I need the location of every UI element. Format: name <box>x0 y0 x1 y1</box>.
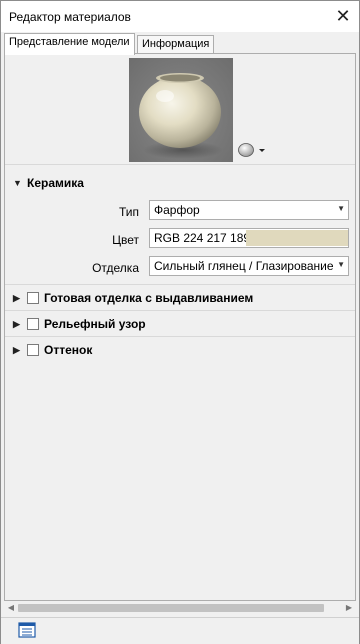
scroll-right-icon[interactable]: ▶ <box>342 601 356 615</box>
divider <box>5 310 355 311</box>
section-tint-label: Оттенок <box>44 343 93 357</box>
divider <box>5 164 355 165</box>
finish-dropdown[interactable]: Сильный глянец / Глазирование ▼ <box>149 256 349 276</box>
title-bar: Редактор материалов ✕ <box>1 1 359 32</box>
chevron-down-icon: ▼ <box>337 204 345 213</box>
tab-information[interactable]: Информация <box>137 35 215 54</box>
window-title: Редактор материалов <box>9 10 131 24</box>
section-ceramics-header[interactable]: ▼ Керамика <box>13 176 84 190</box>
tab-model-view[interactable]: Представление модели <box>4 33 135 55</box>
color-value: RGB 224 217 189 <box>154 231 251 245</box>
type-dropdown[interactable]: Фарфор ▼ <box>149 200 349 220</box>
relief-finish-checkbox[interactable] <box>27 292 39 304</box>
divider <box>5 336 355 337</box>
expand-triangle-icon: ▶ <box>13 344 20 355</box>
section-relief-pattern-header[interactable]: ▶ Рельефный узор <box>13 317 146 331</box>
type-value: Фарфор <box>154 203 200 217</box>
color-swatch[interactable] <box>246 230 348 246</box>
ceramic-vase-preview <box>139 73 223 159</box>
preview-area <box>5 54 355 163</box>
chevron-down-icon <box>259 149 265 152</box>
horizontal-scrollbar[interactable]: ◀ ▶ <box>4 601 356 615</box>
material-editor-window: Редактор материалов ✕ Представление моде… <box>0 0 360 644</box>
finish-label: Отделка <box>92 261 139 275</box>
expand-triangle-icon: ▶ <box>13 292 20 303</box>
chevron-down-icon: ▼ <box>337 260 345 269</box>
relief-pattern-checkbox[interactable] <box>27 318 39 330</box>
finish-value: Сильный глянец / Глазирование <box>154 259 334 273</box>
color-field[interactable]: RGB 224 217 189 <box>149 228 349 248</box>
section-relief-finish-label: Готовая отделка с выдавливанием <box>44 291 254 305</box>
section-tint-header[interactable]: ▶ Оттенок <box>13 343 92 357</box>
material-list-button[interactable] <box>18 622 36 638</box>
properties-panel: ▼ Керамика Тип Фарфор ▼ Цвет RGB 224 217… <box>4 53 356 601</box>
tab-strip: Представление модели Информация <box>1 32 359 55</box>
scrollbar-thumb[interactable] <box>18 604 324 612</box>
color-label: Цвет <box>112 233 139 247</box>
material-preview-image <box>129 58 233 162</box>
preview-shape-selector[interactable] <box>237 142 267 158</box>
expand-triangle-icon: ▶ <box>13 318 20 329</box>
tint-checkbox[interactable] <box>27 344 39 356</box>
section-relief-finish-header[interactable]: ▶ Готовая отделка с выдавливанием <box>13 291 253 305</box>
material-list-icon <box>18 622 36 638</box>
bottom-toolbar <box>1 617 359 644</box>
type-label: Тип <box>118 205 139 219</box>
collapse-triangle-icon: ▼ <box>13 178 22 188</box>
divider <box>5 284 355 285</box>
section-ceramics-label: Керамика <box>27 176 84 190</box>
close-button[interactable]: ✕ <box>333 6 353 26</box>
scroll-left-icon[interactable]: ◀ <box>4 601 18 615</box>
sphere-icon <box>238 143 265 157</box>
section-relief-pattern-label: Рельефный узор <box>44 317 146 331</box>
